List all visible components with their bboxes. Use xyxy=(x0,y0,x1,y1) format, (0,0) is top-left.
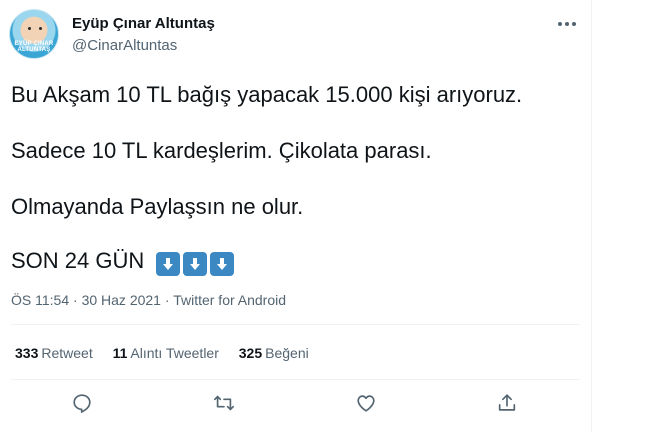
tweet-meta: ÖS 11:54 · 30 Haz 2021 · Twitter for And… xyxy=(11,292,286,308)
like-button[interactable] xyxy=(353,390,379,416)
more-options-button[interactable] xyxy=(555,16,579,32)
meta-separator: · xyxy=(164,292,170,308)
tweet-text-line-4-text: SON 24 GÜN xyxy=(11,248,145,273)
quote-tweets-count: 11 xyxy=(112,345,128,361)
retweets-label: Retweet xyxy=(41,345,93,361)
meta-separator: · xyxy=(73,292,78,308)
divider xyxy=(11,324,580,325)
retweets-count: 333 xyxy=(15,345,39,361)
author-display-name[interactable]: Eyüp Çınar Altuntaş xyxy=(72,15,215,32)
more-horizontal-icon xyxy=(558,22,576,26)
avatar-face-icon xyxy=(28,27,42,30)
down-arrow-button-icon xyxy=(210,252,235,276)
share-icon xyxy=(498,394,516,411)
share-button[interactable] xyxy=(494,390,520,416)
likes-stat[interactable]: 325 Beğeni xyxy=(239,345,309,361)
likes-count: 325 xyxy=(238,345,263,361)
author-handle[interactable]: @CinarAltuntas xyxy=(72,37,177,54)
retweet-icon xyxy=(214,395,234,411)
tweet-text-line-2: Sadece 10 TL kardeşlerim. Çikolata paras… xyxy=(11,138,432,163)
tweet-source-link[interactable]: Twitter for Android xyxy=(173,292,286,308)
tweet-text-line-1: Bu Akşam 10 TL bağış yapacak 15.000 kişi… xyxy=(11,82,523,107)
retweet-button[interactable] xyxy=(211,390,237,416)
likes-label: Beğeni xyxy=(265,345,309,361)
down-arrow-button-icon xyxy=(183,252,208,276)
tweet-text-line-3: Olmayanda Paylaşsın ne olur. xyxy=(11,194,304,219)
divider xyxy=(11,379,580,380)
reply-button[interactable] xyxy=(69,390,95,416)
tweet-text-line-4: SON 24 GÜN xyxy=(11,248,235,276)
tweet-card: EYÜP ÇINAR ALTUNTAŞ Eyüp Çınar Altuntaş … xyxy=(0,0,592,432)
quote-tweets-stat[interactable]: 11 Alıntı Tweetler xyxy=(113,345,219,361)
retweets-stat[interactable]: 333 Retweet xyxy=(15,345,93,361)
avatar[interactable]: EYÜP ÇINAR ALTUNTAŞ xyxy=(9,9,59,59)
emoji-group xyxy=(156,252,235,276)
reply-icon xyxy=(73,394,91,413)
heart-icon xyxy=(357,395,375,412)
avatar-ring-text: EYÜP ÇINAR ALTUNTAŞ xyxy=(14,41,54,53)
tweet-timestamp-date[interactable]: 30 Haz 2021 xyxy=(82,292,161,308)
tweet-actions xyxy=(0,390,592,416)
tweet-stats: 333 Retweet 11 Alıntı Tweetler 325 Beğeni xyxy=(15,345,325,361)
quote-tweets-label: Alıntı Tweetler xyxy=(130,345,219,361)
tweet-timestamp-time[interactable]: ÖS 11:54 xyxy=(11,292,69,308)
down-arrow-button-icon xyxy=(156,252,181,276)
